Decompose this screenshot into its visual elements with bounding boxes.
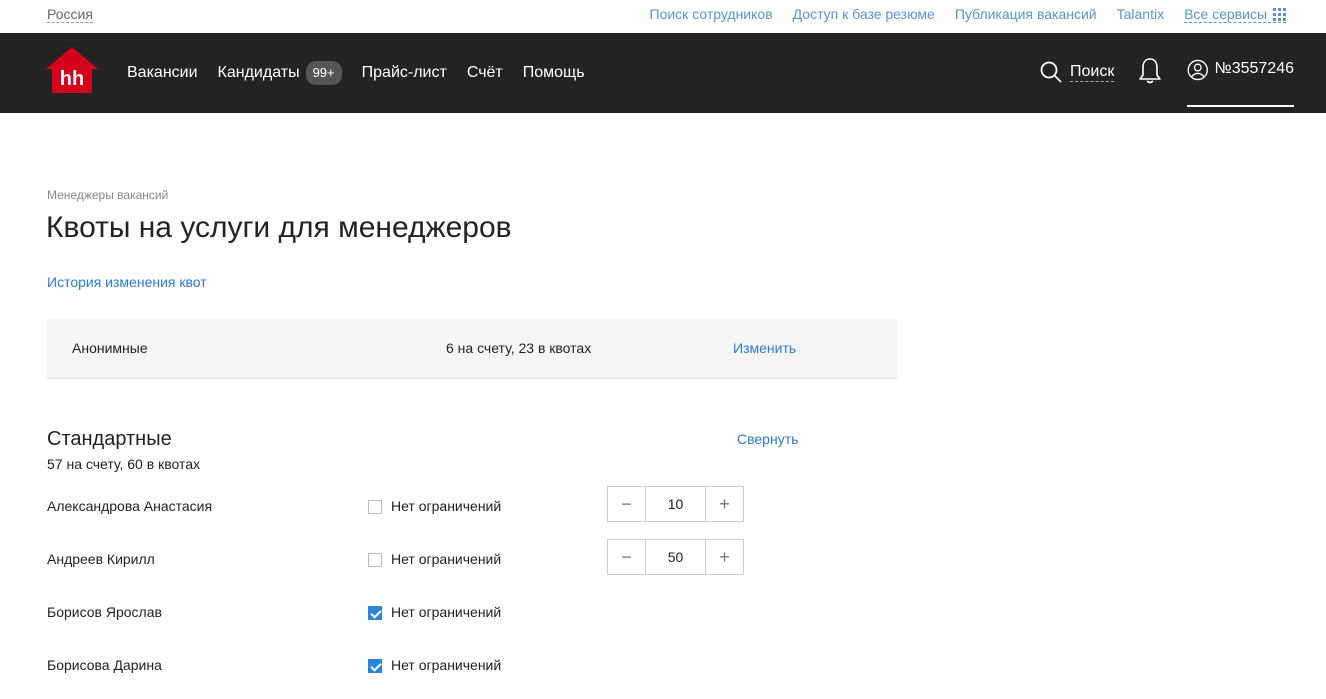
nav-candidates[interactable]: Кандидаты 99+	[218, 61, 342, 85]
page-title: Квоты на услуги для менеджеров	[46, 211, 512, 244]
region-selector[interactable]: Россия	[47, 6, 93, 23]
top-bar: Россия Поиск сотрудников Доступ к базе р…	[0, 0, 1326, 32]
search-icon	[1040, 61, 1062, 83]
manager-name: Борисов Ярослав	[47, 604, 162, 620]
unlimited-label[interactable]: Нет ограничений	[391, 657, 501, 673]
nav-invoice[interactable]: Счёт	[467, 62, 503, 84]
standard-section-title: Стандартные	[47, 428, 172, 450]
decrement-button[interactable]: −	[608, 487, 645, 521]
unlimited-label[interactable]: Нет ограничений	[391, 604, 501, 620]
nav-pricelist[interactable]: Прайс-лист	[362, 62, 447, 84]
top-links: Поиск сотрудников Доступ к базе резюме П…	[650, 6, 1286, 23]
manager-row: Борисов Ярослав Нет ограничений	[47, 602, 807, 642]
grid-icon	[1273, 7, 1286, 21]
all-services-label: Все сервисы	[1184, 6, 1267, 22]
anonymous-quota-row: Анонимные 6 на счету, 23 в квотах Измени…	[47, 319, 897, 379]
unlimited-label[interactable]: Нет ограничений	[391, 498, 501, 514]
quota-value[interactable]: 50	[645, 540, 706, 574]
top-link-publish-vacancies[interactable]: Публикация вакансий	[955, 6, 1097, 23]
nav-help[interactable]: Помощь	[523, 62, 585, 84]
decrement-button[interactable]: −	[608, 540, 645, 574]
quota-history-link[interactable]: История изменения квот	[47, 274, 207, 290]
manager-name: Александрова Анастасия	[47, 498, 213, 514]
main-header: hh Вакансии Кандидаты 99+ Прайс-лист Счёт…	[0, 33, 1326, 113]
unlimited-checkbox[interactable]	[368, 659, 382, 673]
anonymous-count: 6 на счету, 23 в квотах	[446, 340, 592, 356]
manager-name: Борисова Дарина	[47, 657, 162, 673]
top-link-employee-search[interactable]: Поиск сотрудников	[650, 6, 773, 23]
anonymous-edit-link[interactable]: Изменить	[733, 340, 796, 356]
hh-logo[interactable]: hh	[46, 47, 98, 93]
main-nav: Вакансии Кандидаты 99+ Прайс-лист Счёт По…	[127, 61, 585, 85]
search-label: Поиск	[1070, 63, 1115, 82]
nav-candidates-label: Кандидаты	[217, 64, 300, 81]
account-button[interactable]: №3557246	[1187, 57, 1294, 107]
all-services-button[interactable]: Все сервисы	[1184, 6, 1286, 23]
quota-stepper: − 50 +	[607, 539, 744, 575]
unlimited-checkbox[interactable]	[368, 606, 382, 620]
candidates-badge: 99+	[305, 61, 342, 85]
anonymous-label: Анонимные	[72, 340, 148, 356]
quota-stepper: − 10 +	[607, 486, 744, 522]
increment-button[interactable]: +	[706, 540, 743, 574]
unlimited-checkbox[interactable]	[368, 553, 382, 567]
breadcrumb[interactable]: Менеджеры вакансий	[47, 188, 168, 202]
top-link-resume-access[interactable]: Доступ к базе резюме	[793, 6, 935, 23]
search-button[interactable]: Поиск	[1040, 61, 1115, 83]
manager-name: Андреев Кирилл	[47, 551, 155, 567]
increment-button[interactable]: +	[706, 487, 743, 521]
collapse-link[interactable]: Свернуть	[737, 431, 798, 447]
manager-row: Борисова Дарина Нет ограничений	[47, 655, 807, 695]
bell-icon[interactable]	[1138, 57, 1162, 85]
quota-value[interactable]: 10	[645, 487, 706, 521]
unlimited-label[interactable]: Нет ограничений	[391, 551, 501, 567]
standard-section-subtitle: 57 на счету, 60 в квотах	[47, 456, 200, 472]
nav-vacancies[interactable]: Вакансии	[127, 62, 198, 84]
unlimited-checkbox[interactable]	[368, 500, 382, 514]
user-icon	[1187, 59, 1208, 81]
manager-row: Александрова Анастасия Нет ограничений −…	[47, 486, 807, 536]
top-link-talantix[interactable]: Talantix	[1117, 6, 1164, 23]
manager-row: Андреев Кирилл Нет ограничений − 50 +	[47, 539, 807, 589]
account-number: №3557246	[1214, 60, 1294, 77]
logo-text: hh	[60, 68, 84, 90]
